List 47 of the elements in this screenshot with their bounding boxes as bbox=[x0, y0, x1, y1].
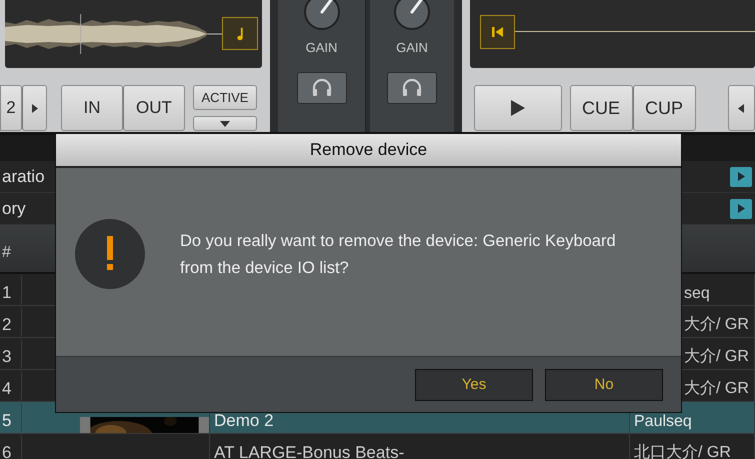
next-button[interactable] bbox=[22, 85, 47, 131]
loop-button[interactable]: OUT bbox=[123, 85, 185, 131]
gain-knob[interactable] bbox=[392, 0, 432, 32]
back-icon bbox=[738, 104, 744, 112]
table-cell: Demo 2 bbox=[214, 411, 274, 431]
deck-button[interactable]: 2 bbox=[0, 85, 22, 131]
headphones-icon bbox=[401, 78, 423, 98]
previous-button[interactable] bbox=[728, 85, 755, 131]
table-cell: AT LARGE-Bonus Beats- bbox=[214, 443, 404, 459]
warning-icon bbox=[74, 218, 146, 290]
dropdown-button[interactable] bbox=[193, 116, 257, 131]
headphones-button[interactable] bbox=[387, 72, 437, 104]
dialog-title: Remove device bbox=[56, 134, 681, 168]
table-cell-text: 大介/ GR bbox=[684, 314, 749, 335]
table-cell: Paulseq bbox=[634, 413, 692, 431]
headphones-button[interactable] bbox=[296, 72, 346, 104]
play-button[interactable] bbox=[730, 198, 752, 218]
loop-button[interactable]: IN bbox=[61, 85, 123, 131]
note-icon[interactable] bbox=[222, 17, 258, 50]
dialog-message: Do you really want to remove the device: Generic Keyboard from the device IO list? bbox=[180, 231, 617, 279]
table-cell: 6 bbox=[0, 434, 22, 459]
table-cell: 1 bbox=[0, 274, 22, 305]
column-header[interactable]: # bbox=[2, 244, 11, 262]
play-icon bbox=[510, 100, 525, 116]
cue-button[interactable]: CUE bbox=[570, 85, 633, 131]
table-cell: 2 bbox=[0, 306, 22, 337]
cue-marker-icon[interactable] bbox=[480, 15, 515, 49]
cue-button[interactable]: CUP bbox=[632, 85, 696, 131]
table-cell: 3 bbox=[0, 338, 22, 369]
table-cell: seq bbox=[684, 285, 710, 303]
caret-icon bbox=[220, 120, 230, 126]
table-cell: 5 bbox=[0, 402, 22, 433]
table-cell-text: 大介/ GR bbox=[684, 346, 749, 367]
gain-label: GAIN bbox=[396, 40, 428, 55]
dialog-button[interactable]: Yes bbox=[415, 368, 533, 400]
dialog-button[interactable]: No bbox=[545, 368, 663, 400]
play-icon bbox=[738, 172, 744, 181]
table-cell: 4 bbox=[0, 370, 22, 401]
table-cell-text: 大介/ GR bbox=[684, 378, 749, 399]
play-button[interactable] bbox=[730, 166, 752, 186]
gain-knob[interactable] bbox=[302, 0, 342, 32]
gain-label: GAIN bbox=[306, 40, 338, 55]
headphones-icon bbox=[310, 78, 332, 98]
play-icon bbox=[738, 204, 744, 213]
play-icon bbox=[32, 104, 38, 112]
play-button[interactable] bbox=[474, 85, 562, 131]
active-button[interactable]: ACTIVE bbox=[193, 85, 257, 110]
